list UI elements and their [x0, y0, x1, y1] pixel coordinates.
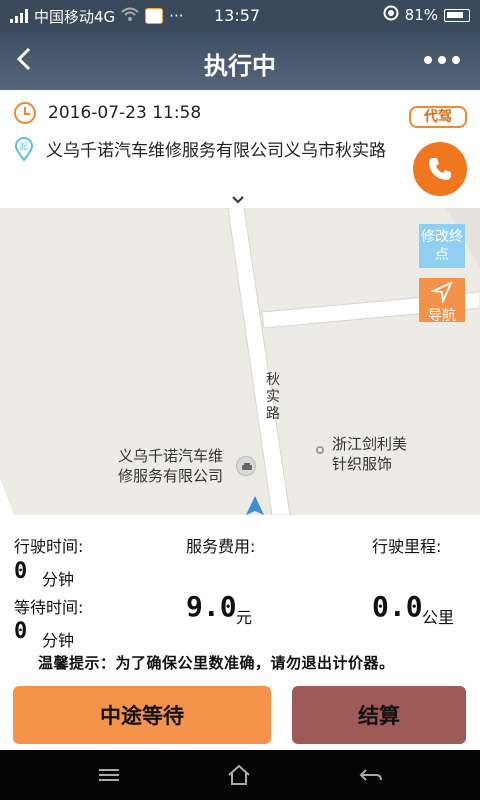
wait-time-label: 等待时间:	[14, 598, 84, 617]
fee-value: 9.0	[186, 590, 237, 623]
battery-percent: 81%	[404, 6, 438, 24]
location-icon	[383, 5, 399, 25]
menu-icon[interactable]	[94, 762, 124, 788]
navigate-button[interactable]: 导航	[419, 278, 465, 324]
drive-time-unit: 分钟	[42, 570, 75, 589]
wifi-icon	[121, 7, 139, 25]
carrier-text: 中国移动4G	[34, 7, 116, 26]
fee-unit: 元	[236, 608, 253, 627]
signal-icon	[10, 9, 28, 23]
drive-time-label: 行驶时间:	[14, 537, 84, 556]
svg-text:起: 起	[20, 142, 28, 151]
more-notifications-icon: ···	[169, 7, 184, 25]
battery-icon	[444, 8, 470, 22]
distance-value: 0.0	[372, 590, 423, 623]
phone-icon	[429, 158, 451, 180]
distance-label: 行驶里程:	[372, 537, 442, 556]
back-nav-icon[interactable]	[356, 762, 386, 788]
order-location: 义乌千诺汽车维修服务有限公司义乌市秋实路	[46, 141, 386, 161]
more-menu-button[interactable]	[424, 46, 460, 64]
system-nav-bar	[0, 750, 480, 800]
car-poi-icon	[236, 456, 256, 476]
drive-time-value: 0	[14, 559, 28, 584]
wait-time-unit: 分钟	[42, 631, 75, 650]
order-datetime: 2016-07-23 11:58	[48, 103, 202, 123]
clock-time: 13:57	[214, 6, 261, 25]
edit-destination-button[interactable]: 修改终点	[419, 224, 465, 268]
page-title: 执行中	[204, 52, 276, 80]
road-name-label: 秋实路	[266, 372, 280, 422]
notification-icon	[145, 8, 164, 24]
clock-icon	[14, 102, 36, 124]
navigate-label: 导航	[428, 308, 456, 324]
poi-dot-icon	[316, 446, 324, 454]
fee-label: 服务费用:	[186, 537, 256, 556]
wait-time-value: 0	[14, 619, 28, 644]
title-bar: 执行中	[0, 32, 480, 90]
midway-wait-button[interactable]: 中途等待	[13, 686, 271, 744]
poi-repair-shop: 义乌千诺汽车维修服务有限公司	[118, 447, 224, 485]
distance-unit: 公里	[422, 608, 455, 627]
chevron-down-icon	[232, 196, 244, 204]
warm-tip-text: 温馨提示：为了确保公里数准确，请勿退出计价器。	[38, 654, 395, 672]
settle-button[interactable]: 结算	[292, 686, 466, 744]
service-type-badge: 代驾	[409, 106, 467, 128]
navigation-arrow-icon	[429, 281, 453, 305]
status-bar: 中国移动4G ··· 13:57 81%	[0, 0, 480, 32]
home-icon[interactable]	[224, 762, 254, 788]
poi-textile: 浙江剑利美针织服饰	[332, 435, 408, 473]
start-pin-icon: 起	[14, 136, 34, 161]
call-button[interactable]	[413, 142, 467, 196]
